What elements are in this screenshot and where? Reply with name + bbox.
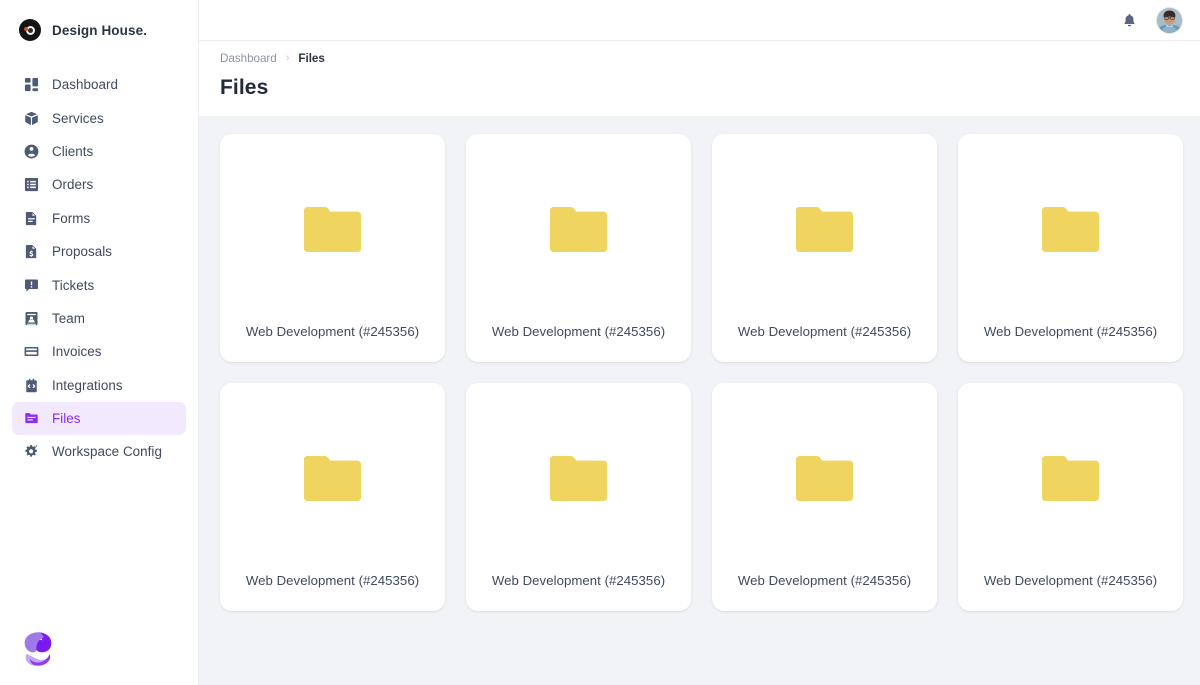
file-card-label: Web Development (#245356) — [712, 573, 937, 588]
sidebar-item-label: Invoices — [52, 344, 102, 359]
avatar[interactable] — [1157, 8, 1182, 33]
sidebar-item-label: Orders — [52, 177, 93, 192]
sidebar-item-forms[interactable]: Forms — [12, 202, 186, 235]
file-card-label: Web Development (#245356) — [958, 573, 1183, 588]
folder-yellow-icon — [304, 456, 361, 501]
chevron-right-icon: › — [286, 53, 290, 64]
sidebar-item-clients[interactable]: Clients — [12, 135, 186, 168]
sidebar-item-label: Integrations — [52, 378, 123, 393]
file-card[interactable]: Web Development (#245356) — [466, 383, 691, 611]
sidebar-item-dashboard[interactable]: Dashboard — [12, 68, 186, 101]
file-card-label: Web Development (#245356) — [466, 324, 691, 339]
file-card-label: Web Development (#245356) — [712, 324, 937, 339]
content-area: Web Development (#245356) Web Developmen… — [199, 116, 1200, 685]
brand[interactable]: Design House. — [0, 0, 198, 60]
sidebar-item-label: Dashboard — [52, 77, 118, 92]
sidebar-item-label: Proposals — [52, 244, 112, 259]
sidebar-nav: Dashboard Services Clients Orders — [0, 68, 198, 469]
file-card-label: Web Development (#245356) — [220, 573, 445, 588]
circle-record-logo-icon — [19, 19, 41, 41]
sidebar-item-orders[interactable]: Orders — [12, 168, 186, 201]
folder-yellow-icon — [1042, 207, 1099, 252]
sidebar-item-label: Files — [52, 411, 81, 426]
folder-yellow-icon — [550, 207, 607, 252]
sidebar-item-files[interactable]: Files — [12, 402, 186, 435]
document-lines-icon — [23, 210, 39, 226]
document-money-icon — [23, 244, 39, 260]
sidebar-footer — [0, 629, 198, 685]
bell-icon[interactable] — [1118, 9, 1140, 31]
sidebar-item-label: Tickets — [52, 278, 94, 293]
file-card-label: Web Development (#245356) — [958, 324, 1183, 339]
topbar — [199, 0, 1200, 41]
files-grid: Web Development (#245356) Web Developmen… — [220, 134, 1185, 611]
folder-yellow-icon — [550, 456, 607, 501]
file-card[interactable]: Web Development (#245356) — [958, 134, 1183, 362]
sidebar-item-workspace-config[interactable]: Workspace Config — [12, 435, 186, 468]
breadcrumb: Dashboard › Files — [220, 52, 1200, 65]
gear-sparkle-icon — [23, 444, 39, 460]
folder-icon — [23, 411, 39, 427]
sidebar: Design House. Dashboard Services Clients — [0, 0, 199, 685]
file-card[interactable]: Web Development (#245356) — [712, 383, 937, 611]
folder-yellow-icon — [304, 207, 361, 252]
main-area: Dashboard › Files Files Web Development … — [199, 0, 1200, 685]
file-card[interactable]: Web Development (#245356) — [712, 134, 937, 362]
app-root: Design House. Dashboard Services Clients — [0, 0, 1200, 685]
sidebar-item-team[interactable]: Team — [12, 302, 186, 335]
box-package-icon — [23, 110, 39, 126]
page-title: Files — [220, 76, 1200, 100]
folder-yellow-icon — [796, 456, 853, 501]
dashboard-grid-icon — [23, 77, 39, 93]
users-circle-icon — [23, 143, 39, 159]
credit-card-icon — [23, 344, 39, 360]
sidebar-item-label: Workspace Config — [52, 444, 162, 459]
file-card-label: Web Development (#245356) — [220, 324, 445, 339]
file-card-label: Web Development (#245356) — [466, 573, 691, 588]
sidebar-item-label: Services — [52, 111, 104, 126]
sidebar-item-proposals[interactable]: Proposals — [12, 235, 186, 268]
sidebar-item-services[interactable]: Services — [12, 101, 186, 134]
sidebar-item-label: Clients — [52, 144, 93, 159]
file-card[interactable]: Web Development (#245356) — [220, 383, 445, 611]
breadcrumb-item-files: Files — [298, 52, 324, 65]
list-table-icon — [23, 177, 39, 193]
page-header: Dashboard › Files Files — [199, 41, 1200, 116]
sidebar-item-label: Forms — [52, 211, 90, 226]
file-card[interactable]: Web Development (#245356) — [220, 134, 445, 362]
user-avatar-icon — [1157, 8, 1182, 33]
file-card[interactable]: Web Development (#245356) — [958, 383, 1183, 611]
plug-code-icon — [23, 377, 39, 393]
folder-yellow-icon — [796, 207, 853, 252]
sidebar-item-tickets[interactable]: Tickets — [12, 268, 186, 301]
sidebar-item-label: Team — [52, 311, 85, 326]
file-card[interactable]: Web Development (#245356) — [466, 134, 691, 362]
sidebar-item-invoices[interactable]: Invoices — [12, 335, 186, 368]
trilobe-purple-logo-icon — [18, 629, 58, 669]
breadcrumb-item-dashboard[interactable]: Dashboard — [220, 52, 277, 65]
chat-alert-icon — [23, 277, 39, 293]
folder-yellow-icon — [1042, 456, 1099, 501]
id-card-person-icon — [23, 310, 39, 326]
brand-name: Design House. — [52, 23, 147, 38]
sidebar-item-integrations[interactable]: Integrations — [12, 369, 186, 402]
